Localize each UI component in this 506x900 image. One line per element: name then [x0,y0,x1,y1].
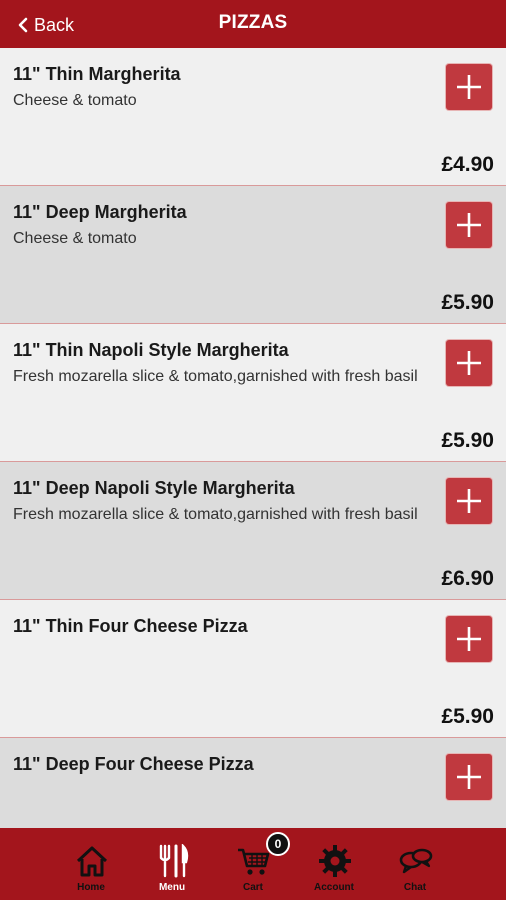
bottom-tab-bar: Home Menu Cart 0 Account Chat [0,828,506,900]
item-price: £4.90 [441,153,494,176]
plus-icon [457,765,481,789]
item-name: 11" Deep Margherita [13,202,187,222]
home-icon [76,846,108,877]
item-price: £5.90 [441,291,494,314]
menu-item: 11" Deep Four Cheese Pizza [0,738,506,828]
add-to-cart-button[interactable] [446,754,492,800]
tab-chat-label: Chat [403,882,427,893]
plus-icon [457,213,481,237]
item-name: 11" Thin Margherita [13,64,181,84]
menu-item-list: 11" Thin Margherita Cheese & tomato £4.9… [0,48,506,828]
item-price: £5.90 [441,429,494,452]
add-to-cart-button[interactable] [446,478,492,524]
plus-icon [457,627,481,651]
tab-cart-label: Cart [242,882,263,893]
tab-menu[interactable]: Menu [132,828,212,900]
add-to-cart-button[interactable] [446,202,492,248]
menu-item: 11" Deep Margherita Cheese & tomato £5.9… [0,186,506,324]
cart-count-badge: 0 [266,832,290,856]
plus-icon [457,489,481,513]
menu-item: 11" Thin Margherita Cheese & tomato £4.9… [0,48,506,186]
add-to-cart-button[interactable] [446,616,492,662]
top-bar: Back PIZZAS [0,0,506,48]
item-price: £5.90 [441,705,494,728]
gear-icon [319,845,351,877]
menu-item: 11" Thin Four Cheese Pizza £5.90 [0,600,506,738]
plus-icon [457,75,481,99]
tab-account[interactable]: Account [294,828,374,900]
tab-home[interactable]: Home [51,828,131,900]
tab-menu-label: Menu [158,882,186,893]
item-name: 11" Thin Napoli Style Margherita [13,340,289,360]
menu-item: 11" Thin Napoli Style Margherita Fresh m… [0,324,506,462]
plus-icon [457,351,481,375]
item-name: 11" Deep Four Cheese Pizza [13,754,254,774]
item-description: Cheese & tomato [13,92,137,109]
add-to-cart-button[interactable] [446,64,492,110]
tab-account-label: Account [314,882,354,893]
item-description: Cheese & tomato [13,230,137,247]
page-title: PIZZAS [218,12,288,33]
cart-icon [238,848,270,875]
item-name: 11" Thin Four Cheese Pizza [13,616,248,636]
item-name: 11" Deep Napoli Style Margherita [13,478,295,498]
tab-chat[interactable]: Chat [375,828,455,900]
tab-home-label: Home [77,882,105,893]
item-description: Fresh mozarella slice & tomato,garnished… [13,368,418,385]
menu-item: 11" Deep Napoli Style Margherita Fresh m… [0,462,506,600]
add-to-cart-button[interactable] [446,340,492,386]
chat-icon [399,848,433,874]
item-price: £6.90 [441,567,494,590]
item-description: Fresh mozarella slice & tomato,garnished… [13,506,418,523]
fork-knife-icon [159,844,189,878]
